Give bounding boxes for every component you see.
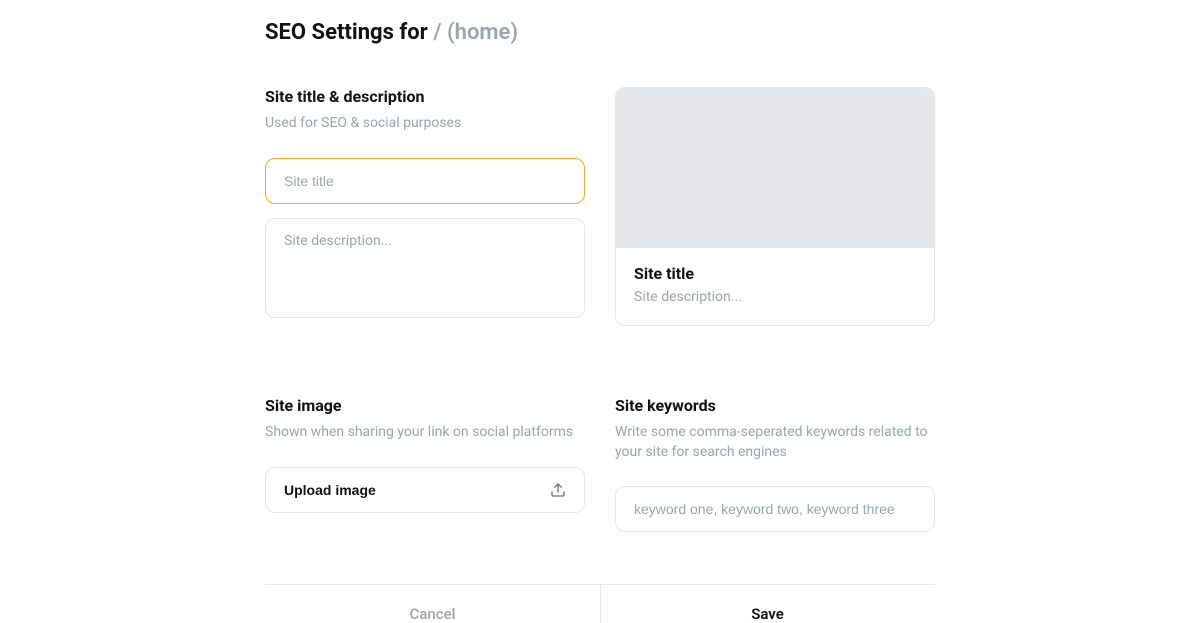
footer-divider <box>600 585 601 623</box>
footer: Cancel Save <box>265 584 935 623</box>
section-title-desc: Site title & description Used for SEO & … <box>265 87 585 326</box>
save-button[interactable]: Save <box>600 585 935 623</box>
preview-desc: Site description... <box>634 289 916 305</box>
site-keywords-input[interactable] <box>615 486 935 532</box>
section-sub-site-image: Shown when sharing your link on social p… <box>265 423 585 443</box>
preview-title: Site title <box>634 264 916 283</box>
site-title-input[interactable] <box>265 158 585 204</box>
section-heading-site-image: Site image <box>265 396 585 415</box>
section-sub-site-keywords: Write some comma-seperated keywords rela… <box>615 423 935 462</box>
section-heading-title-desc: Site title & description <box>265 87 585 106</box>
cancel-button[interactable]: Cancel <box>265 585 600 623</box>
preview-card: Site title Site description... <box>615 87 935 326</box>
section-heading-site-keywords: Site keywords <box>615 396 935 415</box>
site-description-input[interactable] <box>265 218 585 318</box>
preview-image-placeholder <box>616 88 934 248</box>
upload-icon <box>550 482 566 498</box>
upload-image-label: Upload image <box>284 482 376 498</box>
page-title-prefix: SEO Settings for <box>265 20 433 45</box>
section-site-image: Site image Shown when sharing your link … <box>265 396 585 532</box>
upload-image-button[interactable]: Upload image <box>265 467 585 513</box>
page-title-path: / (home) <box>433 20 518 45</box>
page-title: SEO Settings for / (home) <box>265 20 935 45</box>
section-site-keywords: Site keywords Write some comma-seperated… <box>615 396 935 532</box>
section-sub-title-desc: Used for SEO & social purposes <box>265 114 585 134</box>
